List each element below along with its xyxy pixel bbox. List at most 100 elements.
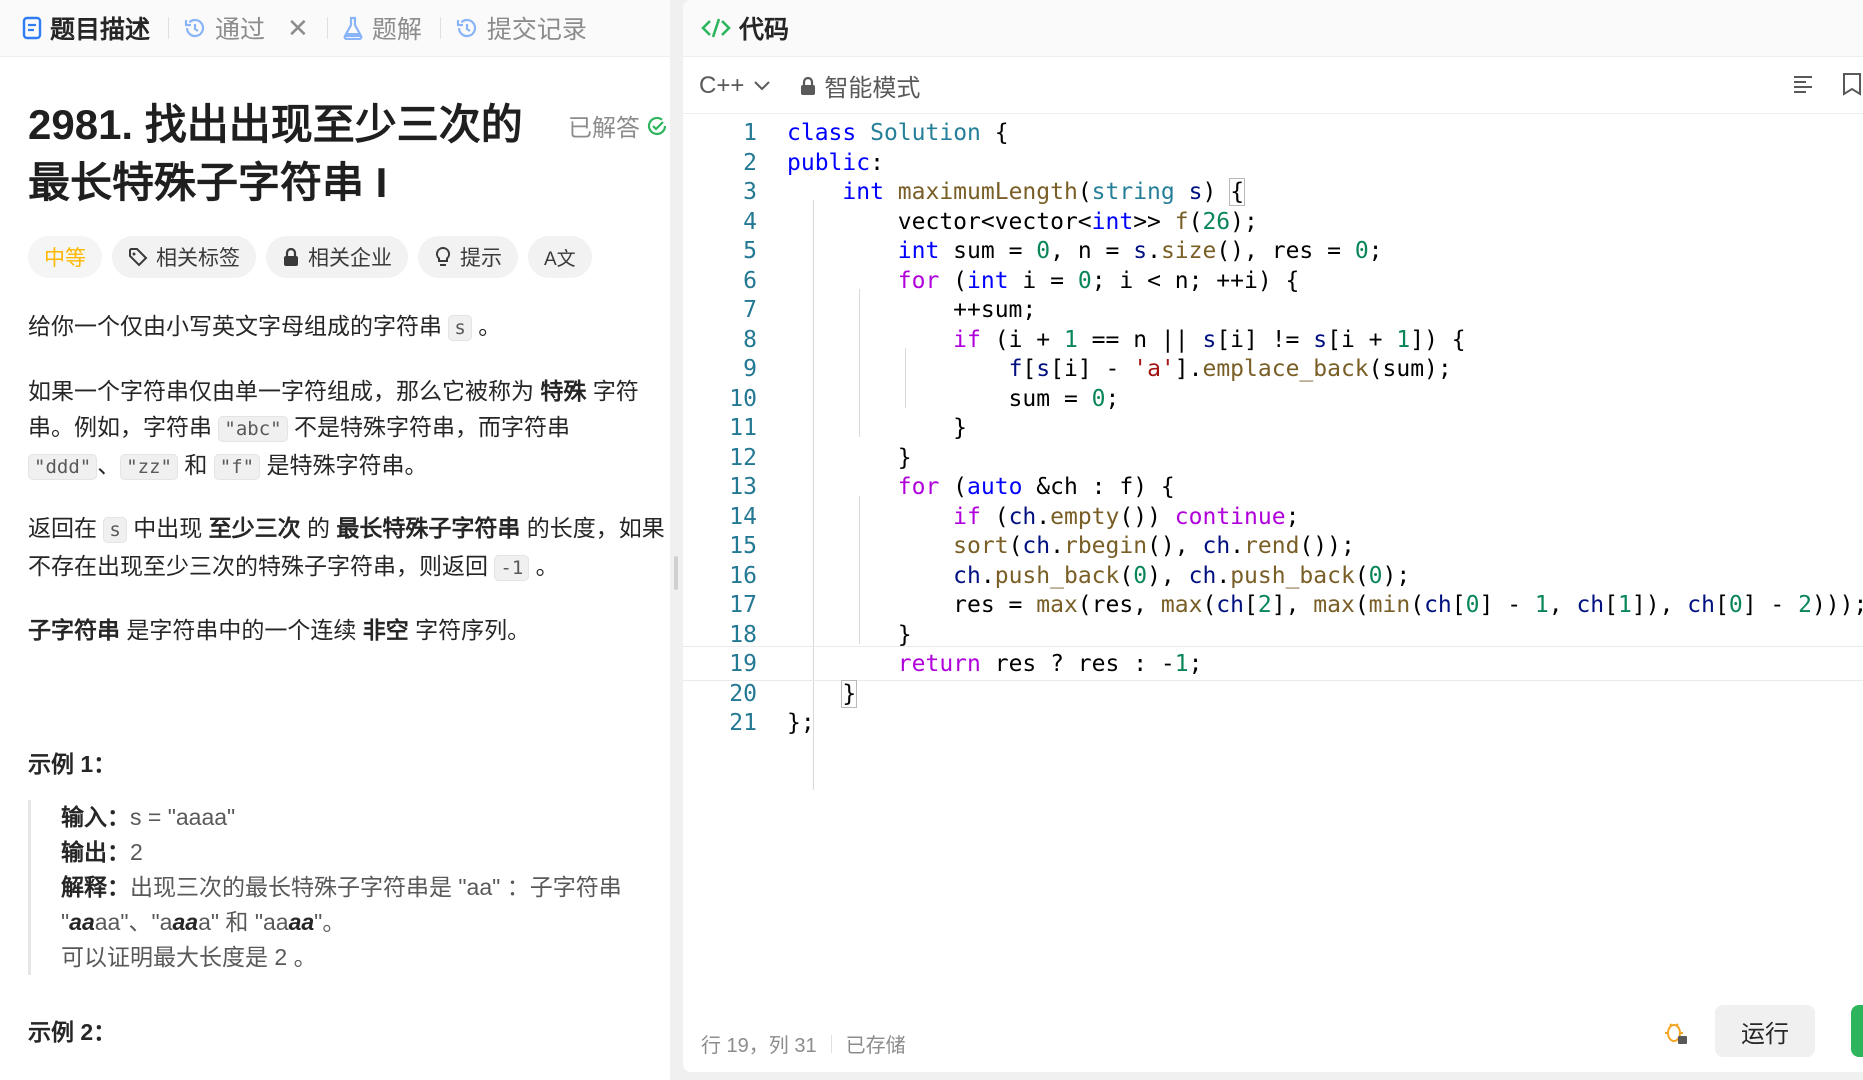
problem-tags: 中等 相关标签 相关企业 提示 A文: [28, 236, 592, 278]
difficulty-badge: 中等: [28, 236, 102, 278]
tab-accepted[interactable]: 通过 ✕: [183, 0, 319, 57]
related-tags-label: 相关标签: [156, 247, 240, 270]
code-text: if (i + 1 == n || s[i] != s[i + 1]) {: [953, 326, 1466, 353]
related-tags-button[interactable]: 相关标签: [112, 236, 256, 278]
desc-text: 的: [307, 515, 331, 541]
run-label: 运行: [1741, 1020, 1789, 1048]
language-select[interactable]: C++: [699, 72, 771, 100]
chevron-down-icon: [754, 80, 771, 90]
output-value: 2: [130, 839, 143, 865]
status-divider: [830, 1034, 832, 1053]
explain-emphasis: aa: [172, 909, 199, 935]
debug-icon[interactable]: [1661, 1018, 1689, 1046]
code-text: };: [787, 709, 815, 736]
translate-icon: A文: [544, 248, 576, 270]
line-number: 5: [743, 237, 757, 264]
tab-description[interactable]: 题目描述: [22, 0, 160, 57]
left-tab-bar: 题目描述 通过 ✕ 题解 提交记录: [0, 0, 670, 57]
description-paragraph-4: 子字符串 是字符串中的一个连续 非空 字符序列。: [28, 612, 668, 648]
tab-solutions[interactable]: 题解: [342, 0, 432, 57]
tab-accepted-label: 通过: [215, 16, 266, 44]
example-1-explanation: 解释：出现三次的最长特殊子字符串是 "aa" ：子字符串 "aaaa"、"aaa…: [61, 870, 668, 940]
description-paragraph-2: 如果一个字符串仅由单一字符组成，那么它被称为 特殊 字符串。例如，字符串 "ab…: [28, 373, 668, 485]
difficulty-label: 中等: [44, 247, 86, 270]
output-label: 输出：: [61, 839, 130, 865]
desc-text: 中出现: [133, 515, 203, 541]
line-number: 9: [743, 355, 757, 382]
explain-text: a" 和 "aa: [198, 909, 289, 935]
solved-label: 已解答: [568, 115, 640, 142]
tab-submissions-label: 提交记录: [486, 16, 587, 44]
code-line: 21};: [683, 705, 1863, 740]
explain-text: "。: [314, 909, 346, 935]
bookmark-icon[interactable]: [1841, 72, 1863, 96]
line-number: 12: [729, 444, 757, 471]
line-number: 19: [729, 650, 757, 677]
line-number: 11: [729, 414, 757, 441]
format-icon[interactable]: [1791, 72, 1815, 96]
hint-label: 提示: [460, 247, 502, 270]
save-status: 已存储: [845, 1035, 906, 1057]
smart-mode-toggle[interactable]: 智能模式: [800, 68, 920, 103]
line-number: 13: [729, 473, 757, 500]
code-text: int maximumLength(string s) {: [842, 177, 1246, 206]
explain-emphasis: aa: [288, 909, 315, 935]
translate-button[interactable]: A文: [528, 236, 592, 278]
line-number: 21: [729, 709, 757, 736]
code-text: vector<vector<int>> f(26);: [787, 208, 1258, 235]
example-1-input: 输入：s = "aaaa": [61, 800, 668, 835]
splitter-grip[interactable]: [674, 556, 678, 590]
inline-code: -1: [494, 555, 530, 581]
inline-code: "ddd": [28, 454, 98, 480]
related-companies-label: 相关企业: [308, 247, 392, 270]
desc-text: 给你一个仅由小写英文字母组成的字符串: [28, 313, 442, 339]
line-number: 20: [729, 680, 757, 707]
lightbulb-icon: [435, 246, 451, 266]
check-circle-icon: [647, 116, 667, 135]
panel-splitter[interactable]: [670, 0, 683, 1080]
problem-title[interactable]: 2981. 找出出现至少三次的 最长特殊子字符串 I: [28, 96, 548, 212]
code-editor[interactable]: 1 class Solution { 2 public: 3 int maximum…: [683, 115, 1863, 1015]
line-number: 4: [743, 208, 757, 235]
description-paragraph-3: 返回在 s 中出现 至少三次 的 最长特殊子字符串 的长度，如果不存在出现至少三…: [28, 510, 668, 586]
tab-description-label: 题目描述: [50, 16, 151, 44]
line-number: 1: [743, 119, 757, 146]
line-number: 14: [729, 503, 757, 530]
line-number: 10: [729, 385, 757, 412]
desc-text: 字符序列。: [415, 617, 531, 643]
code-text: if (ch.empty()) continue;: [953, 503, 1300, 530]
submit-button[interactable]: [1851, 1005, 1863, 1057]
related-companies-button[interactable]: 相关企业: [266, 236, 408, 278]
history-icon: [184, 18, 205, 38]
code-text: public:: [787, 149, 884, 176]
example-1-output: 输出：2: [61, 835, 668, 870]
description-paragraph-1: 给你一个仅由小写英文字母组成的字符串 s 。: [28, 308, 668, 346]
code-text: f[s[i] - 'a'].emplace_back(sum);: [1008, 355, 1452, 382]
desc-bold: 最长特殊子字符串: [336, 515, 521, 541]
code-panel-header: 代码: [683, 0, 1863, 57]
input-label: 输入：: [61, 804, 130, 830]
code-text: }: [787, 414, 968, 441]
code-text: }: [841, 679, 858, 708]
solved-status: 已解答: [568, 108, 668, 143]
problem-panel: 题目描述 通过 ✕ 题解 提交记录 2981. 找出出现至少三次的 最长特殊子字…: [0, 0, 670, 1080]
code-panel: 代码 C++ 智能模式 1 class Solution { 2 public:: [683, 0, 1863, 1072]
desc-text: 如果一个字符串仅由单一字符组成，那么它被称为: [28, 378, 534, 404]
code-text: }: [787, 621, 912, 648]
lock-icon: [284, 247, 298, 266]
lock-icon: [801, 76, 816, 95]
flask-icon: [343, 16, 363, 40]
line-number: 16: [729, 562, 757, 589]
code-text: class Solution {: [787, 119, 1009, 146]
code-text: return res ? res : -1;: [897, 650, 1203, 677]
explain-emphasis: aa: [69, 909, 95, 935]
hint-button[interactable]: 提示: [418, 236, 518, 278]
code-panel-title: 代码: [739, 16, 790, 44]
tab-submissions[interactable]: 提交记录: [455, 0, 597, 57]
close-icon[interactable]: ✕: [287, 15, 309, 41]
run-button[interactable]: 运行: [1715, 1005, 1815, 1057]
code-icon: [701, 18, 731, 38]
inline-code: s: [103, 517, 127, 543]
tab-divider: [326, 17, 328, 39]
code-text: sum = 0;: [787, 385, 1120, 412]
